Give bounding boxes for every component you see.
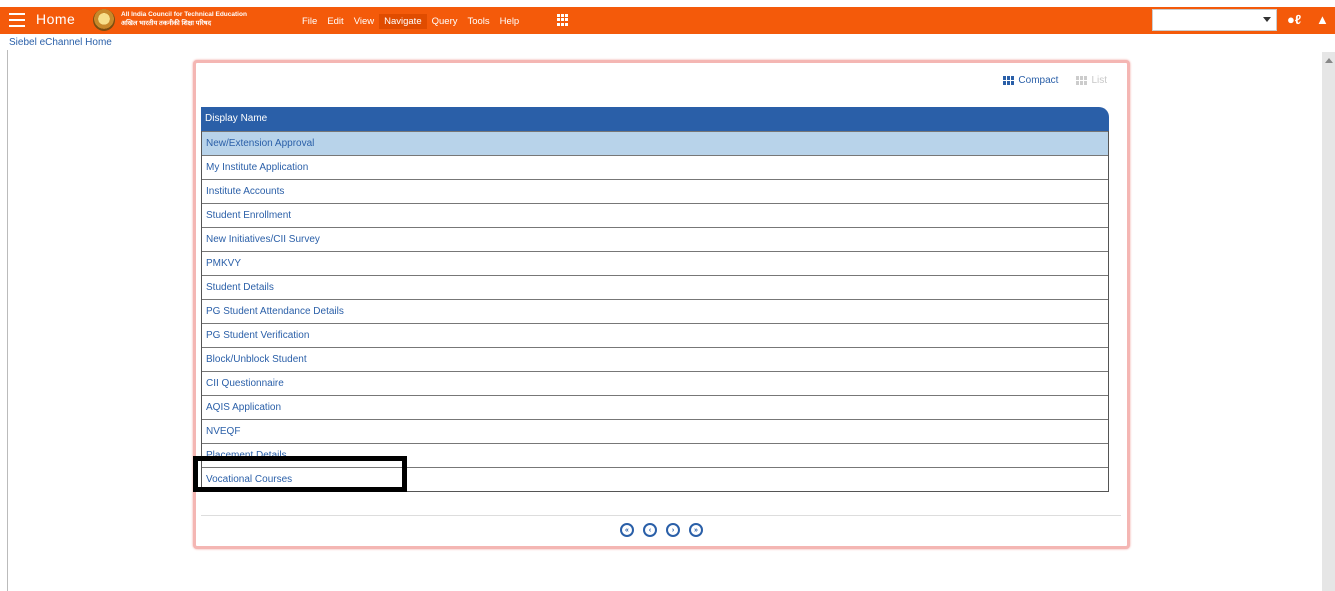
hamburger-menu-icon[interactable] [9, 13, 25, 27]
list-item[interactable]: Block/Unblock Student [202, 347, 1108, 371]
list-label: List [1091, 75, 1107, 86]
view-toggle: Compact List [1003, 75, 1107, 86]
home-list-panel: Compact List Display Name New/Extension … [193, 60, 1130, 549]
left-divider [7, 50, 8, 591]
previous-page-icon[interactable]: ‹ [643, 523, 657, 537]
list-item[interactable]: NVEQF [202, 419, 1108, 443]
compact-label: Compact [1018, 75, 1059, 86]
menu-view[interactable]: View [349, 14, 379, 29]
home-link[interactable]: Home [36, 11, 75, 27]
list-rows: New/Extension Approval My Institute Appl… [201, 131, 1109, 492]
top-app-bar: Home All India Council for Technical Edu… [0, 7, 1335, 34]
org-name-hi: अखिल भारतीय तकनीकी शिक्षा परिषद [121, 20, 212, 27]
menu-file[interactable]: File [297, 14, 322, 29]
menu-tools[interactable]: Tools [462, 14, 494, 29]
header-dropdown[interactable] [1152, 9, 1277, 31]
vertical-scrollbar[interactable] [1322, 52, 1335, 591]
next-page-icon[interactable]: › [666, 523, 680, 537]
org-name-en: All India Council for Technical Educatio… [121, 11, 247, 18]
list-item[interactable]: My Institute Application [202, 155, 1108, 179]
pagination-controls: « ‹ › » [196, 523, 1127, 537]
list-item[interactable]: New/Extension Approval [202, 131, 1108, 155]
application-menu: File Edit View Navigate Query Tools Help [297, 14, 524, 29]
scroll-up-icon[interactable] [1325, 58, 1333, 63]
list-view-button[interactable]: List [1076, 75, 1107, 86]
list-item[interactable]: Vocational Courses [202, 467, 1108, 491]
compact-grid-icon [1003, 76, 1015, 85]
org-name: All India Council for Technical Educatio… [121, 10, 291, 28]
list-item[interactable]: PMKVY [202, 251, 1108, 275]
column-header-display-name[interactable]: Display Name [201, 107, 1109, 131]
menu-query[interactable]: Query [427, 14, 463, 29]
chevron-down-icon [1263, 17, 1271, 22]
user-profile-icon[interactable]: ▲ [1316, 12, 1329, 27]
compact-view-button[interactable]: Compact [1003, 75, 1058, 86]
menu-navigate[interactable]: Navigate [379, 14, 427, 29]
aicte-logo [93, 9, 115, 31]
list-item[interactable]: AQIS Application [202, 395, 1108, 419]
app-grid-icon[interactable] [557, 14, 570, 26]
list-item[interactable]: PG Student Attendance Details [202, 299, 1108, 323]
list-item[interactable]: Student Details [202, 275, 1108, 299]
list-grid-icon [1076, 76, 1088, 85]
display-name-list: Display Name New/Extension Approval My I… [201, 107, 1109, 492]
breadcrumb[interactable]: Siebel eChannel Home [9, 37, 112, 48]
pager-divider [201, 515, 1121, 516]
list-item[interactable]: New Initiatives/CII Survey [202, 227, 1108, 251]
list-item[interactable]: CII Questionnaire [202, 371, 1108, 395]
list-item[interactable]: Institute Accounts [202, 179, 1108, 203]
list-item[interactable]: Placement Details [202, 443, 1108, 467]
last-page-icon[interactable]: » [689, 523, 703, 537]
list-item[interactable]: PG Student Verification [202, 323, 1108, 347]
menu-help[interactable]: Help [495, 14, 525, 29]
recent-records-icon[interactable]: ●ℓ [1287, 12, 1301, 27]
list-item[interactable]: Student Enrollment [202, 203, 1108, 227]
menu-edit[interactable]: Edit [322, 14, 348, 29]
first-page-icon[interactable]: « [620, 523, 634, 537]
